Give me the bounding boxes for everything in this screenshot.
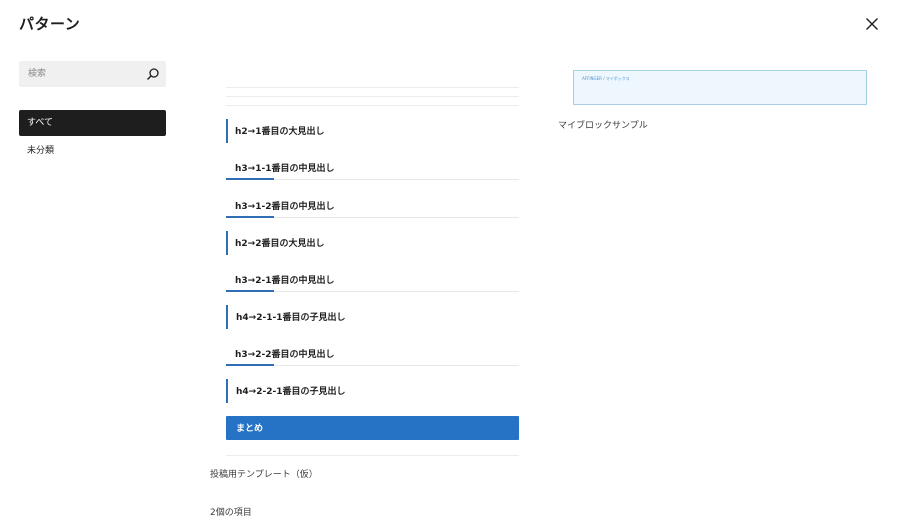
heading-text: h3→1-2番目の中見出し bbox=[235, 202, 335, 212]
pattern-preview-2[interactable]: AFFINGER / マイボックス bbox=[573, 70, 867, 105]
heading-text: h3→1-1番目の中見出し bbox=[235, 164, 335, 174]
summary-text: まとめ bbox=[236, 424, 264, 434]
heading-h3: h3→1-2番目の中見出し bbox=[226, 194, 519, 218]
heading-text: h3→2-1番目の中見出し bbox=[235, 276, 335, 286]
modal-title: パターン bbox=[19, 15, 81, 33]
heading-h2: h2→2番目の大見出し bbox=[226, 231, 519, 255]
category-item-all[interactable]: すべて bbox=[19, 110, 166, 136]
divider bbox=[226, 87, 519, 88]
pattern-title-1: 投稿用テンプレート（仮） bbox=[210, 470, 318, 480]
heading-text: h4→2-1-1番目の子見出し bbox=[236, 313, 346, 323]
divider bbox=[226, 455, 519, 456]
heading-accent bbox=[226, 216, 274, 218]
close-button[interactable] bbox=[860, 12, 884, 36]
heading-accent bbox=[226, 178, 274, 180]
heading-h3: h3→1-1番目の中見出し bbox=[226, 156, 519, 180]
pattern-preview-1[interactable]: h2→1番目の大見出し h3→1-1番目の中見出し h3→1-2番目の中見出し … bbox=[226, 0, 519, 460]
heading-bar bbox=[226, 379, 228, 403]
heading-h4: h4→2-2-1番目の子見出し bbox=[226, 379, 519, 403]
divider bbox=[226, 105, 519, 106]
heading-text: h3→2-2番目の中見出し bbox=[235, 350, 335, 360]
pattern-title-2: マイブロックサンプル bbox=[558, 121, 648, 131]
heading-accent bbox=[226, 364, 274, 366]
heading-h4: h4→2-1-1番目の子見出し bbox=[226, 305, 519, 329]
category-item-uncategorized[interactable]: 未分類 bbox=[19, 138, 166, 164]
preview-text: AFFINGER / マイボックス bbox=[582, 76, 630, 81]
item-count: 2個の項目 bbox=[210, 508, 252, 518]
heading-accent bbox=[226, 290, 274, 292]
search-icon bbox=[146, 67, 160, 81]
summary-heading: まとめ bbox=[226, 416, 519, 440]
search-box bbox=[19, 61, 166, 87]
heading-text: h4→2-2-1番目の子見出し bbox=[236, 387, 346, 397]
heading-text: h2→2番目の大見出し bbox=[235, 239, 325, 249]
heading-bar bbox=[226, 119, 228, 143]
heading-bar bbox=[226, 305, 228, 329]
divider bbox=[226, 96, 519, 97]
heading-h3: h3→2-1番目の中見出し bbox=[226, 268, 519, 292]
search-input[interactable] bbox=[19, 61, 139, 87]
heading-h2: h2→1番目の大見出し bbox=[226, 119, 519, 143]
heading-text: h2→1番目の大見出し bbox=[235, 127, 325, 137]
heading-h3: h3→2-2番目の中見出し bbox=[226, 342, 519, 366]
close-icon bbox=[866, 18, 878, 30]
heading-bar bbox=[226, 231, 228, 255]
